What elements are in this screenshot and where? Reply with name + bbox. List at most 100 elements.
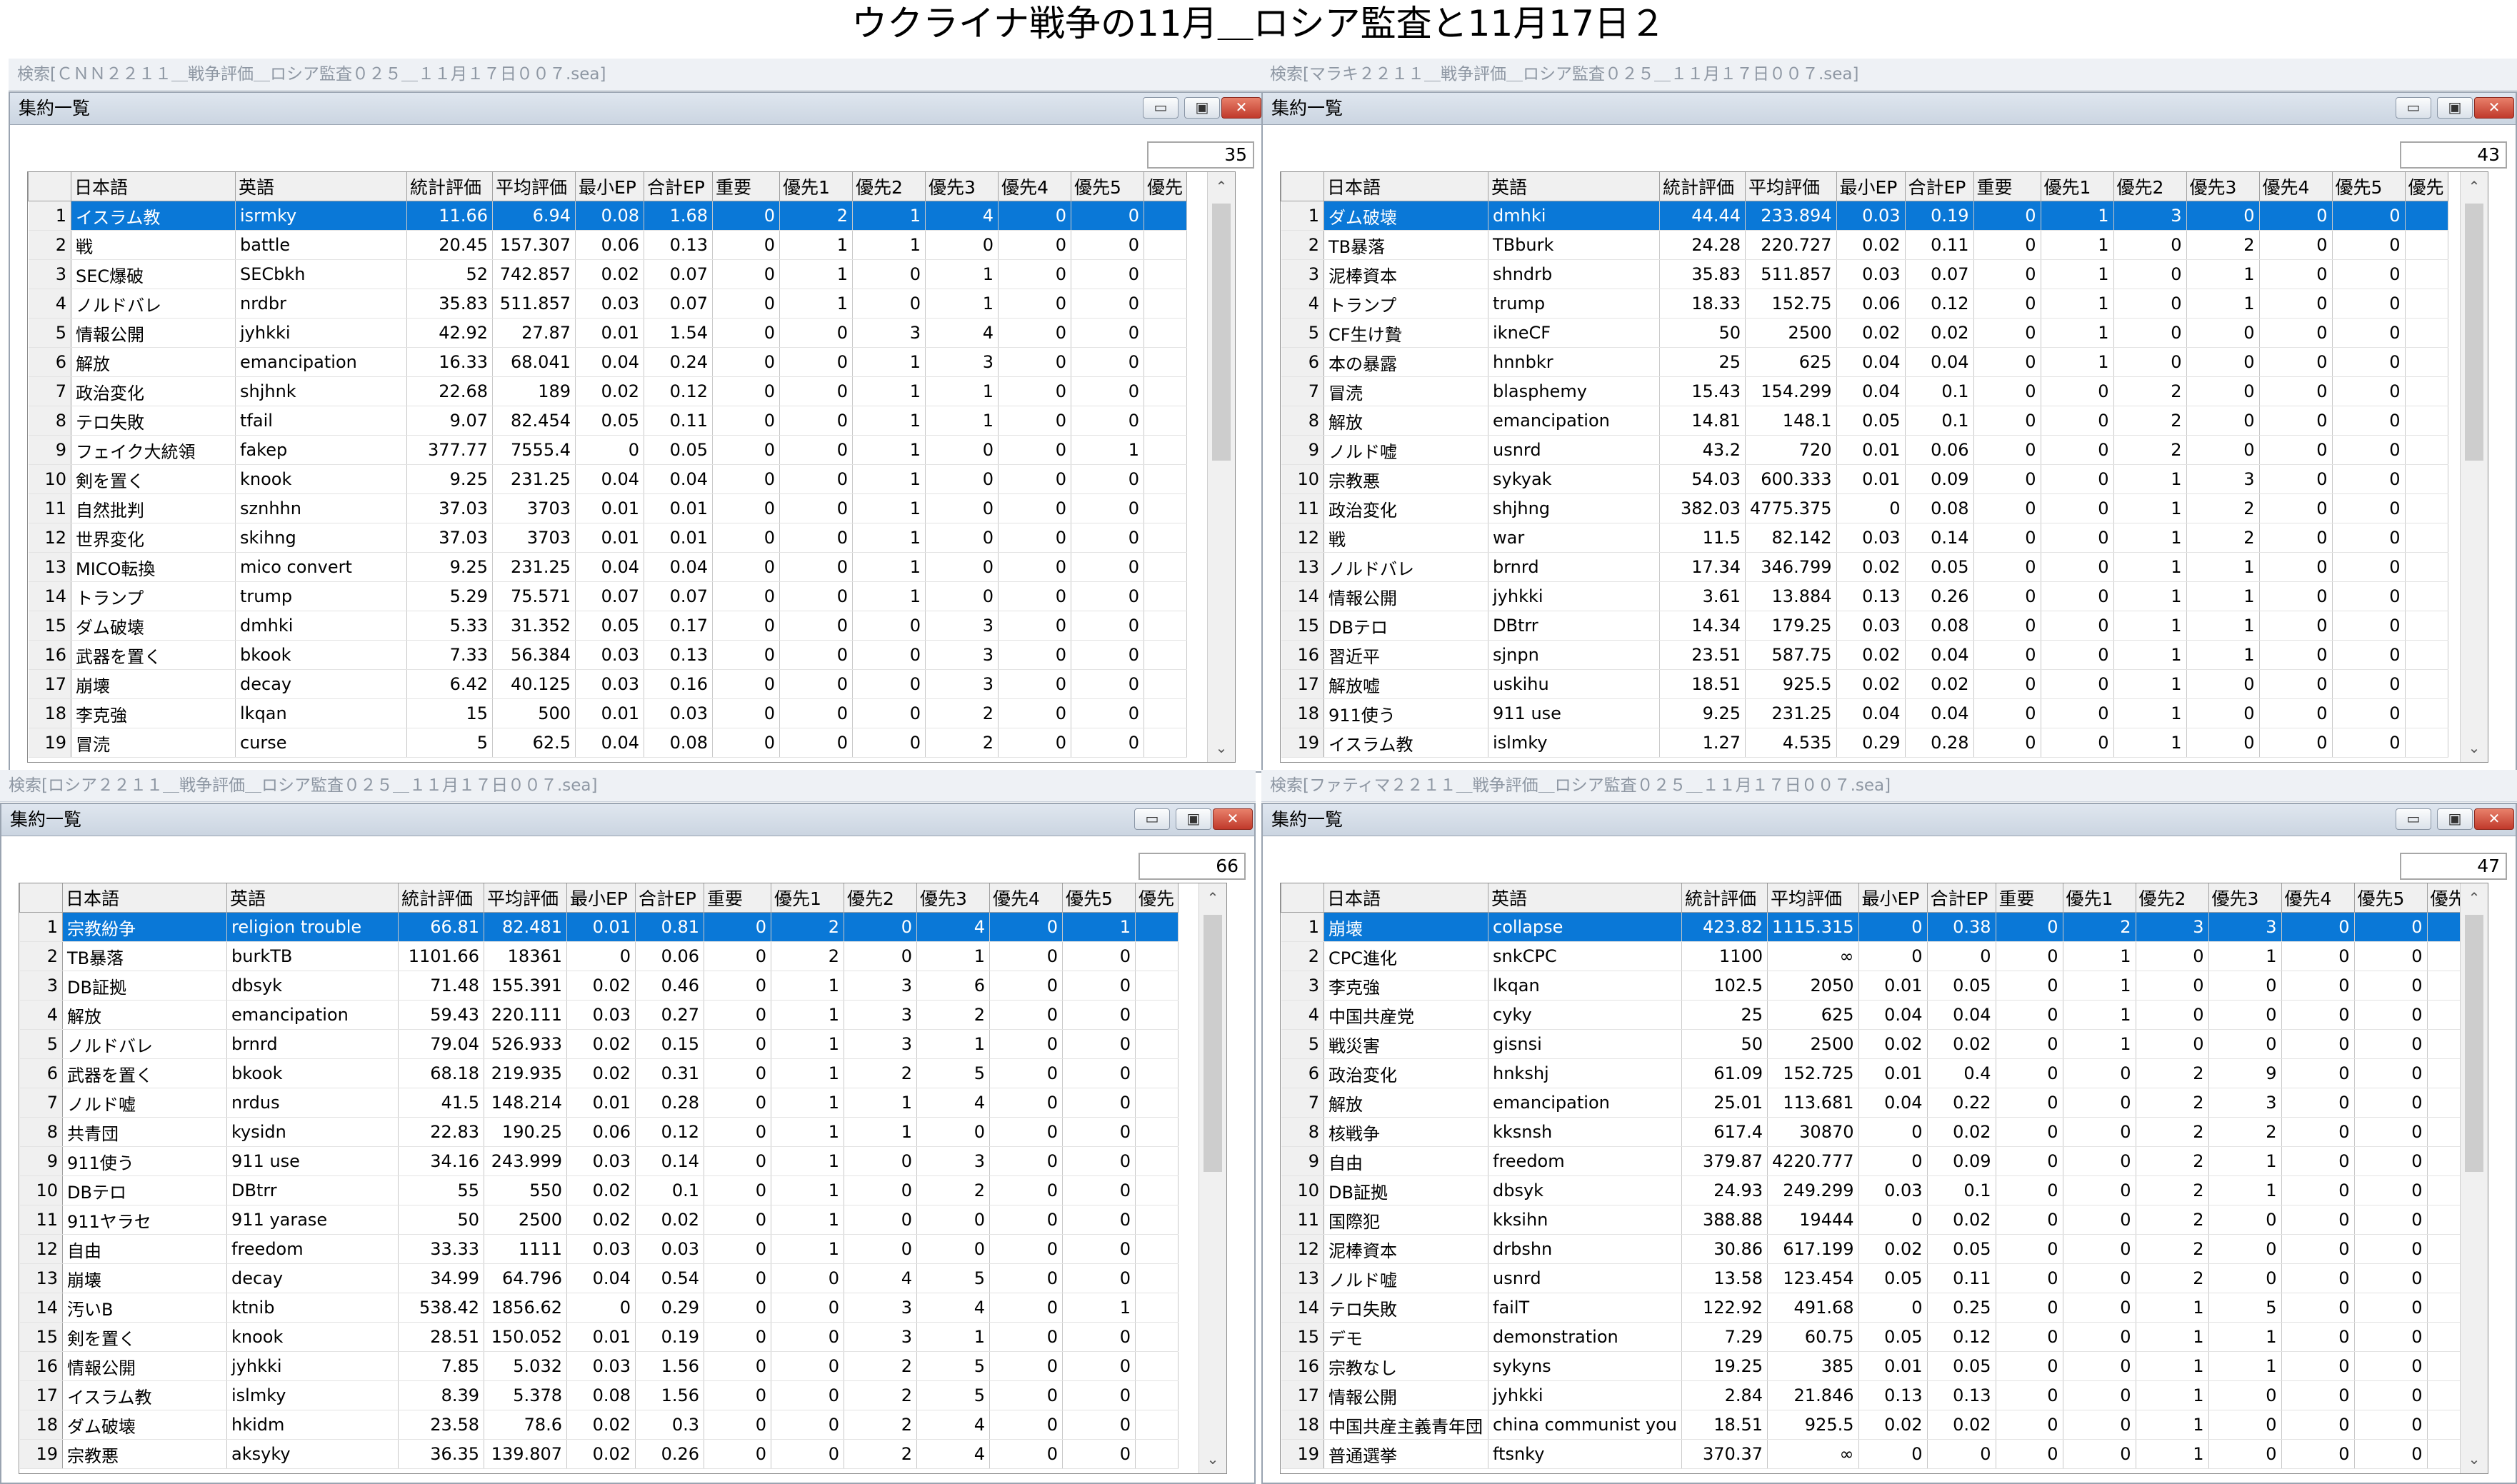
table-row[interactable]: 4 中国共産党 cyky 25 625 0.04 0.04 0 1 0 0 0 0 [1281, 1000, 2471, 1030]
column-header[interactable]: 統計評価 [406, 172, 493, 201]
column-header[interactable]: 優先3 [916, 883, 990, 913]
table-row[interactable]: 7 政治変化 shjhnk 22.68 189 0.02 0.12 0 0 1 1 0 0 [28, 376, 1187, 406]
table-row[interactable]: 9 ノルド嘘 usnrd 43.2 720 0.01 0.06 0 0 2 0 0 0 [1281, 435, 2448, 465]
table-row[interactable]: 19 冒涜 curse 5 62.5 0.04 0.08 0 0 0 2 0 0 [28, 728, 1187, 758]
scroll-down-icon[interactable]: ⌄ [2461, 733, 2488, 762]
scroll-thumb[interactable] [1212, 204, 1231, 461]
table-row[interactable]: 19 イスラム教 islmky 1.27 4.535 0.29 0.28 0 0 1 0 0 0 [1281, 728, 2448, 758]
table-row[interactable]: 17 崩壊 decay 6.42 40.125 0.03 0.16 0 0 0 3 0 0 [28, 669, 1187, 699]
table-row[interactable]: 9 フェイク大統領 fakep 377.77 7555.4 0 0.05 0 0 1 0 0 1 [28, 435, 1187, 465]
column-header[interactable]: 優先 [2404, 172, 2448, 201]
column-header[interactable]: 優先2 [852, 172, 926, 201]
table-row[interactable]: 6 武器を置く bkook 68.18 219.935 0.02 0.31 0 1 2 5 0 0 [19, 1058, 1179, 1088]
summary-grid[interactable]: 日本語 英語 統計評価 平均評価 最小EP 合計EP 重要 優先1 優先2 優先3 優先4 優先5 優先… [27, 171, 1236, 763]
column-header[interactable]: 優先3 [2186, 172, 2260, 201]
table-row[interactable]: 18 中国共産主義青年団 china communist you 18.51 925.5… [1281, 1410, 2471, 1440]
scroll-up-icon[interactable]: ⌃ [1208, 172, 1235, 201]
column-header[interactable]: 優先 [1144, 172, 1187, 201]
minimize-button[interactable]: ▭ [1143, 97, 1179, 119]
table-row[interactable]: 11 自然批判 sznhhn 37.03 3703 0.01 0.01 0 0 1 0 0 0 [28, 493, 1187, 523]
table-row[interactable]: 12 自由 freedom 33.33 1111 0.03 0.03 0 1 0 0 0 0 [19, 1234, 1179, 1264]
table-row[interactable]: 17 解放嘘 uskihu 18.51 925.5 0.02 0.02 0 0 1 0 0 0 [1281, 669, 2448, 699]
table-row[interactable]: 14 汚いB ktnib 538.42 1856.62 0 0.29 0 0 3 4 0 1 [19, 1293, 1179, 1323]
summary-grid[interactable]: 日本語 英語 統計評価 平均評価 最小EP 合計EP 重要 優先1 優先2 優先3 優先4 優先5 優先… [1280, 171, 2488, 763]
column-header[interactable]: 合計EP [1926, 883, 1996, 913]
column-header[interactable]: 英語 [226, 883, 399, 913]
table-row[interactable]: 19 宗教悪 aksyky 36.35 139.807 0.02 0.26 0 0 2 4 0 0 [19, 1439, 1179, 1469]
maximize-button[interactable]: ▣ [2437, 97, 2473, 119]
table-row[interactable]: 4 ノルドバレ nrdbr 35.83 511.857 0.03 0.07 0 1 0 1 0 0 [28, 289, 1187, 319]
table-row[interactable]: 13 ノルドバレ brnrd 17.34 346.799 0.02 0.05 0 0 1 1 0 0 [1281, 552, 2448, 582]
table-row[interactable]: 18 911使う 911 use 9.25 231.25 0.04 0.04 0 0 1 0 0 0 [1281, 698, 2448, 728]
vertical-scrollbar[interactable]: ⌃ ⌄ [1199, 883, 1226, 1473]
table-row[interactable]: 13 ノルド嘘 usnrd 13.58 123.454 0.05 0.11 0 0 2 0 0 0 [1281, 1263, 2471, 1293]
column-header[interactable]: 英語 [235, 172, 407, 201]
scroll-thumb[interactable] [2465, 915, 2483, 1172]
column-header[interactable]: 平均評価 [492, 172, 576, 201]
table-row[interactable]: 7 冒涜 blasphemy 15.43 154.299 0.04 0.1 0 0 2 0 0 0 [1281, 376, 2448, 406]
close-button[interactable]: ✕ [1221, 97, 1261, 119]
table-row[interactable]: 5 情報公開 jyhkki 42.92 27.87 0.01 1.54 0 0 3 4 0 0 [28, 318, 1187, 348]
column-header[interactable]: 優先2 [844, 883, 917, 913]
table-row[interactable]: 18 ダム破壊 hkidm 23.58 78.6 0.02 0.3 0 0 2 4 0 0 [19, 1410, 1179, 1440]
maximize-button[interactable]: ▣ [1176, 808, 1211, 830]
column-header[interactable]: 合計EP [635, 883, 704, 913]
table-row[interactable]: 10 宗教悪 sykyak 54.03 600.333 0.01 0.09 0 0 1 3 0 0 [1281, 464, 2448, 494]
table-row[interactable]: 16 武器を置く bkook 7.33 56.384 0.03 0.13 0 0 0 3 0 0 [28, 640, 1187, 670]
column-header[interactable]: 最小EP [1858, 883, 1928, 913]
table-row[interactable]: 8 テロ失敗 tfail 9.07 82.454 0.05 0.11 0 0 1 1 0 0 [28, 406, 1187, 436]
scroll-up-icon[interactable]: ⌃ [1199, 883, 1226, 912]
table-row[interactable]: 18 李克強 lkqan 15 500 0.01 0.03 0 0 0 2 0 0 [28, 698, 1187, 728]
column-header[interactable]: 最小EP [566, 883, 636, 913]
vertical-scrollbar[interactable]: ⌃ ⌄ [1207, 172, 1235, 762]
column-header[interactable]: 英語 [1488, 883, 1682, 913]
minimize-button[interactable]: ▭ [2396, 808, 2431, 830]
column-header[interactable]: 優先4 [989, 883, 1063, 913]
maximize-button[interactable]: ▣ [2437, 808, 2473, 830]
column-header[interactable]: 統計評価 [1659, 172, 1746, 201]
maximize-button[interactable]: ▣ [1184, 97, 1220, 119]
table-row[interactable]: 2 戦 battle 20.45 157.307 0.06 0.13 0 1 1 0 0 0 [28, 230, 1187, 260]
column-header[interactable]: 統計評価 [1681, 883, 1768, 913]
scroll-up-icon[interactable]: ⌃ [2461, 883, 2488, 912]
column-header[interactable]: 優先1 [2040, 172, 2114, 201]
scroll-down-icon[interactable]: ⌄ [2461, 1445, 2488, 1473]
close-button[interactable]: ✕ [2474, 97, 2514, 119]
table-row[interactable]: 16 習近平 sjnpn 23.51 587.75 0.02 0.04 0 0 1 1 0 0 [1281, 640, 2448, 670]
column-header[interactable]: 優先1 [2062, 883, 2136, 913]
column-header[interactable]: 日本語 [62, 883, 227, 913]
table-row[interactable]: 17 情報公開 jyhkki 2.84 21.846 0.13 0.13 0 0 1 0 0 0 [1281, 1380, 2471, 1410]
column-header[interactable]: 優先 [1135, 883, 1179, 913]
table-row[interactable]: 11 政治変化 shjhng 382.03 4775.375 0 0.08 0 0 1 2 0 0 [1281, 493, 2448, 523]
table-row[interactable]: 7 ノルド嘘 nrdus 41.5 148.214 0.01 0.28 0 1 1 4 0 0 [19, 1088, 1179, 1118]
table-row[interactable]: 15 剣を置く knook 28.51 150.052 0.01 0.19 0 0 3 1 0 0 [19, 1322, 1179, 1352]
table-row[interactable]: 10 DBテロ DBtrr 55 550 0.02 0.1 0 1 0 2 0 0 [19, 1175, 1179, 1205]
scroll-up-icon[interactable]: ⌃ [2461, 172, 2488, 201]
column-header[interactable]: 合計EP [644, 172, 713, 201]
table-row[interactable]: 2 TB暴落 burkTB 1101.66 18361 0 0.06 0 2 0 1 0 0 [19, 941, 1179, 971]
table-row[interactable]: 14 テロ失敗 failT 122.92 491.68 0 0.25 0 0 1 5 0 0 [1281, 1293, 2471, 1323]
column-header[interactable]: 優先4 [2258, 172, 2333, 201]
scroll-down-icon[interactable]: ⌄ [1208, 733, 1235, 762]
table-row[interactable]: 17 イスラム教 islmky 8.39 5.378 0.08 1.56 0 0 2 5 0 0 [19, 1380, 1179, 1410]
table-row[interactable]: 15 ダム破壊 dmhki 5.33 31.352 0.05 0.17 0 0 0 3 0 0 [28, 611, 1187, 641]
table-row[interactable]: 12 泥棒資本 drbshn 30.86 617.199 0.02 0.05 0 0 2 0 0 0 [1281, 1234, 2471, 1264]
column-header[interactable]: 優先3 [925, 172, 999, 201]
table-row[interactable]: 12 世界変化 skihng 37.03 3703 0.01 0.01 0 0 1 0 0 0 [28, 523, 1187, 553]
table-row[interactable]: 6 解放 emancipation 16.33 68.041 0.04 0.24 0 0 1 3 0 0 [28, 347, 1187, 377]
table-row[interactable]: 1 宗教紛争 religion trouble 66.81 82.481 0.01 0.81… [19, 912, 1179, 942]
table-row[interactable]: 1 崩壊 collapse 423.82 1115.315 0 0.38 0 2 3 3 0 0 [1281, 912, 2471, 942]
column-header[interactable]: 優先5 [2353, 883, 2428, 913]
table-row[interactable]: 3 李克強 lkqan 102.5 2050 0.01 0.05 0 1 0 0 0 0 [1281, 971, 2471, 1001]
table-row[interactable]: 19 普通選挙 ftsnky 370.37 ∞ 0 0 0 0 1 0 0 0 [1281, 1439, 2471, 1469]
column-header[interactable]: 日本語 [1323, 172, 1488, 201]
column-header[interactable]: 最小EP [1836, 172, 1906, 201]
column-header[interactable]: 平均評価 [1745, 172, 1837, 201]
scroll-thumb[interactable] [1204, 915, 1222, 1172]
column-header[interactable]: 優先5 [1071, 172, 1144, 201]
minimize-button[interactable]: ▭ [2396, 97, 2431, 119]
table-row[interactable]: 15 デモ demonstration 7.29 60.75 0.05 0.12 0 0 1 1 0 0 [1281, 1322, 2471, 1352]
table-row[interactable]: 14 情報公開 jyhkki 3.61 13.884 0.13 0.26 0 0 1 1 0 0 [1281, 581, 2448, 611]
table-row[interactable]: 2 CPC進化 snkCPC 1100 ∞ 0 0 0 1 0 1 0 0 [1281, 941, 2471, 971]
column-header[interactable]: 優先5 [2331, 172, 2406, 201]
